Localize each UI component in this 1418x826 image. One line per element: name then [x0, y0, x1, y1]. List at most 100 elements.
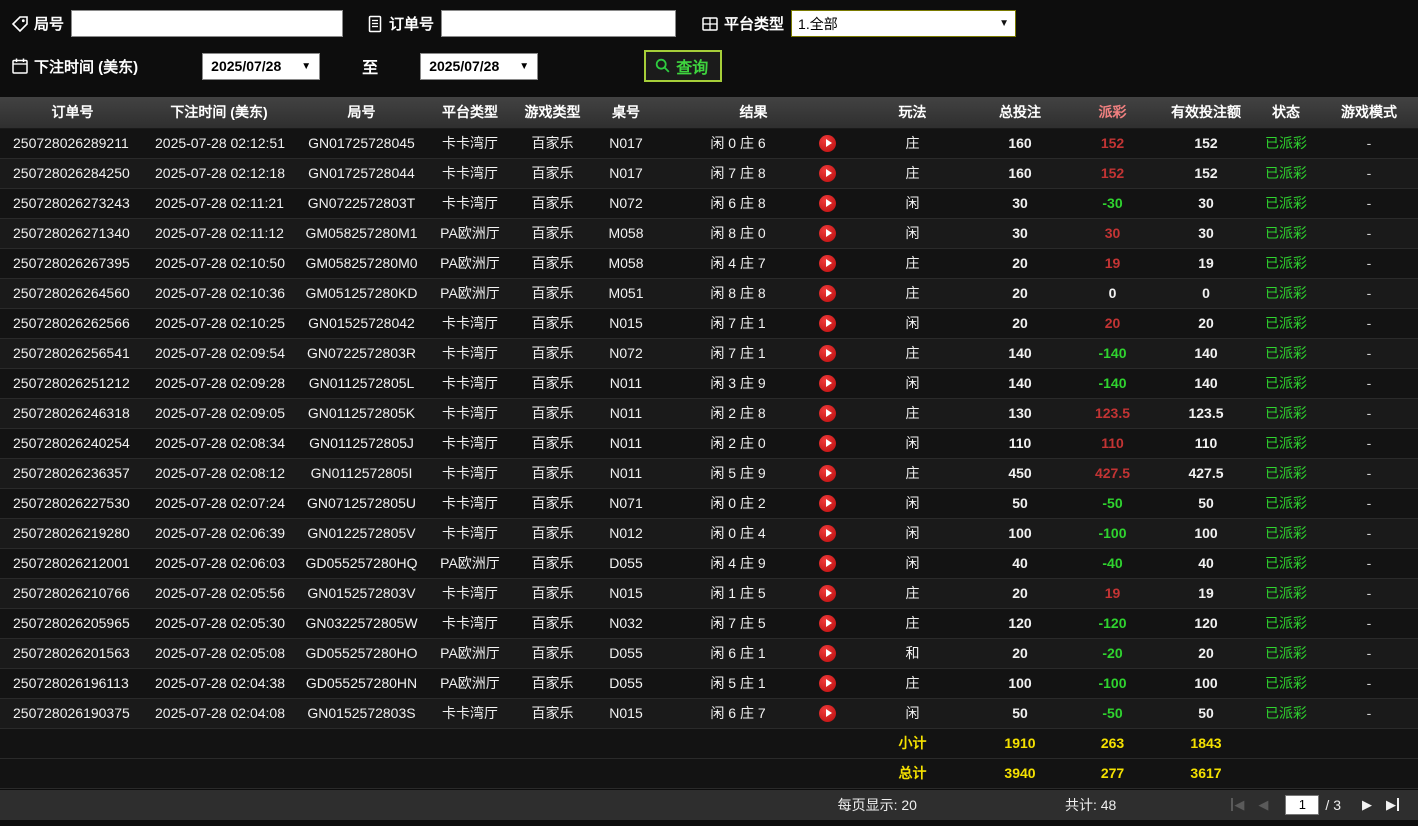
- cell-payout: 123.5: [1065, 398, 1160, 429]
- cell-game-type: 百家乐: [510, 278, 595, 309]
- cell-total-bet: 20: [975, 308, 1065, 339]
- play-icon[interactable]: [819, 194, 836, 212]
- play-icon[interactable]: [819, 644, 836, 662]
- cell-game-type: 百家乐: [510, 578, 595, 609]
- cell-round-no: GN01725728045: [293, 128, 430, 159]
- header-status: 状态: [1252, 97, 1320, 129]
- cell-payout: 30: [1065, 218, 1160, 249]
- play-icon[interactable]: [819, 164, 836, 182]
- play-icon[interactable]: [819, 434, 836, 452]
- play-icon[interactable]: [819, 224, 836, 242]
- next-page-icon[interactable]: ▶: [1362, 798, 1372, 811]
- cell-valid-bet: 20: [1160, 308, 1252, 339]
- cell-platform: 卡卡湾厅: [430, 518, 510, 549]
- cell-status: 已派彩: [1252, 488, 1320, 519]
- cell-round-no: GM058257280M1: [293, 218, 430, 249]
- table-row: 250728026190375 2025-07-28 02:04:08 GN0152…: [0, 698, 1418, 729]
- result-text: 闲 8 庄 8: [710, 285, 766, 301]
- round-number-input[interactable]: [71, 10, 344, 37]
- last-page-icon[interactable]: ▶: [1386, 798, 1399, 811]
- play-icon[interactable]: [819, 284, 836, 302]
- cell-table-no: D055: [595, 668, 657, 699]
- play-icon[interactable]: [819, 494, 836, 512]
- cell-valid-bet: 100: [1160, 518, 1252, 549]
- cell-game-mode: -: [1320, 158, 1418, 189]
- play-icon[interactable]: [819, 404, 836, 422]
- cell-result: 闲 2 庄 0: [657, 428, 850, 459]
- cell-result: 闲 5 庄 1: [657, 668, 850, 699]
- cell-valid-bet: 20: [1160, 638, 1252, 669]
- cell-status: 已派彩: [1252, 668, 1320, 699]
- cell-status: 已派彩: [1252, 188, 1320, 219]
- cell-status: 已派彩: [1252, 698, 1320, 729]
- result-text: 闲 5 庄 1: [710, 675, 766, 691]
- cell-game-mode: -: [1320, 668, 1418, 699]
- cell-game-type: 百家乐: [510, 428, 595, 459]
- cell-status: 已派彩: [1252, 338, 1320, 369]
- result-text: 闲 7 庄 5: [710, 615, 766, 631]
- subtotal-valid-bet: 1843: [1160, 728, 1252, 759]
- cell-bet-time: 2025-07-28 02:05:56: [145, 578, 293, 609]
- cell-table-no: N015: [595, 698, 657, 729]
- cell-bet-time: 2025-07-28 02:11:21: [145, 188, 293, 219]
- cell-result: 闲 1 庄 5: [657, 578, 850, 609]
- table-row: 250728026264560 2025-07-28 02:10:36 GM0512…: [0, 278, 1418, 309]
- table-row: 250728026196113 2025-07-28 02:04:38 GD0552…: [0, 668, 1418, 699]
- cell-order-no: 250728026256541: [0, 338, 145, 369]
- play-icon[interactable]: [819, 584, 836, 602]
- cell-game-mode: -: [1320, 248, 1418, 279]
- play-icon[interactable]: [819, 614, 836, 632]
- play-icon[interactable]: [819, 554, 836, 572]
- cell-bet-time: 2025-07-28 02:05:30: [145, 608, 293, 639]
- cell-play-type: 庄: [850, 248, 975, 279]
- cell-play-type: 闲: [850, 368, 975, 399]
- prev-page-icon[interactable]: ◀: [1258, 798, 1268, 811]
- cell-total-bet: 450: [975, 458, 1065, 489]
- cell-round-no: GN0322572805W: [293, 608, 430, 639]
- play-icon[interactable]: [819, 674, 836, 692]
- table-row: 250728026201563 2025-07-28 02:05:08 GD0552…: [0, 638, 1418, 669]
- total-pages: 3: [1333, 796, 1341, 813]
- play-icon[interactable]: [819, 344, 836, 362]
- cell-game-type: 百家乐: [510, 668, 595, 699]
- order-number-input[interactable]: [441, 10, 677, 37]
- total-total-bet: 3940: [975, 758, 1065, 789]
- play-icon[interactable]: [819, 134, 836, 152]
- header-play-type: 玩法: [850, 97, 975, 129]
- play-icon[interactable]: [819, 464, 836, 482]
- round-number-label: 局号: [34, 16, 65, 33]
- cell-order-no: 250728026227530: [0, 488, 145, 519]
- cell-game-mode: -: [1320, 188, 1418, 219]
- cell-order-no: 250728026264560: [0, 278, 145, 309]
- date-from-picker[interactable]: 2025/07/28 ▼: [202, 52, 321, 80]
- first-page-icon[interactable]: ◀: [1231, 798, 1244, 811]
- header-valid-bet: 有效投注额: [1160, 97, 1252, 129]
- cell-status: 已派彩: [1252, 638, 1320, 669]
- cell-round-no: GD055257280HQ: [293, 548, 430, 579]
- cell-bet-time: 2025-07-28 02:07:24: [145, 488, 293, 519]
- platform-type-select[interactable]: 1.全部 ▼: [791, 10, 1017, 37]
- date-to-value: 2025/07/28: [429, 58, 500, 74]
- date-to-picker[interactable]: 2025/07/28 ▼: [420, 52, 539, 80]
- total-label: 总计: [850, 758, 975, 789]
- cell-platform: PA欧洲厅: [430, 668, 510, 699]
- cell-status: 已派彩: [1252, 548, 1320, 579]
- page-number-input[interactable]: [1285, 794, 1320, 815]
- cell-platform: PA欧洲厅: [430, 638, 510, 669]
- tag-icon: [10, 14, 30, 34]
- cell-order-no: 250728026190375: [0, 698, 145, 729]
- play-icon[interactable]: [819, 524, 836, 542]
- cell-table-no: N017: [595, 128, 657, 159]
- cell-game-type: 百家乐: [510, 218, 595, 249]
- play-icon[interactable]: [819, 704, 836, 722]
- play-icon[interactable]: [819, 314, 836, 332]
- play-icon[interactable]: [819, 254, 836, 272]
- cell-total-bet: 100: [975, 518, 1065, 549]
- cell-platform: 卡卡湾厅: [430, 158, 510, 189]
- play-icon[interactable]: [819, 374, 836, 392]
- query-button[interactable]: 查询: [644, 50, 723, 82]
- cell-result: 闲 2 庄 8: [657, 398, 850, 429]
- cell-play-type: 庄: [850, 128, 975, 159]
- cell-valid-bet: 19: [1160, 578, 1252, 609]
- cell-platform: 卡卡湾厅: [430, 338, 510, 369]
